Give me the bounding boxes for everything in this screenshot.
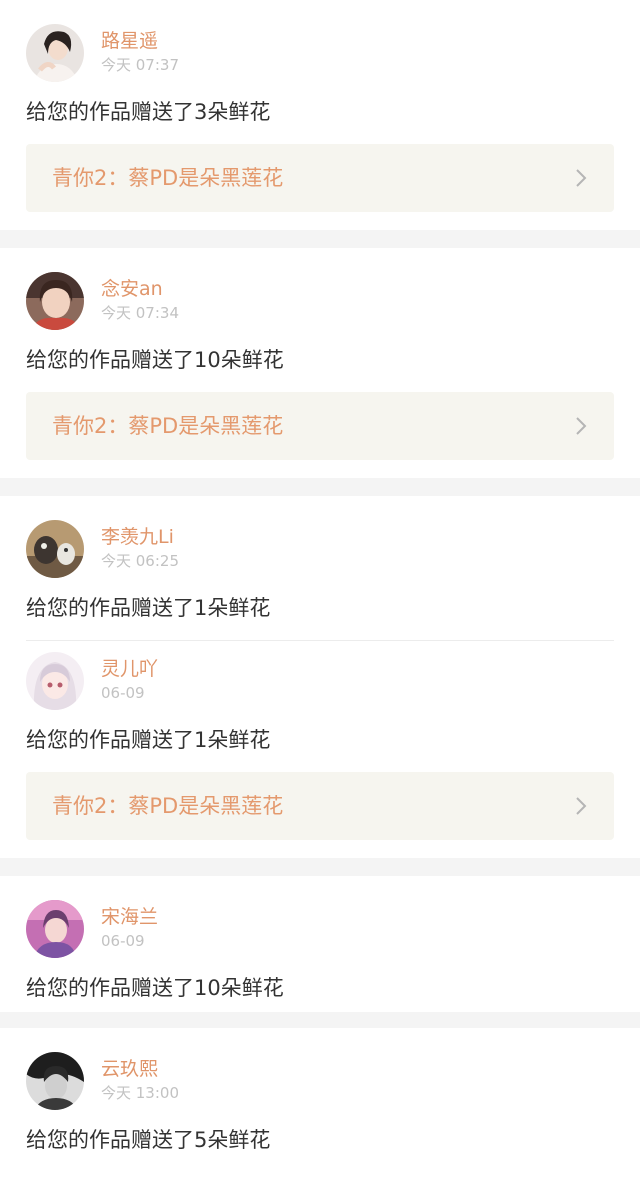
gift-card: 宋海兰 06-09 给您的作品赠送了10朵鲜花 <box>0 876 640 1012</box>
work-title: 青你2：蔡PD是朵黑莲花 <box>52 794 284 818</box>
chevron-right-icon <box>576 169 587 187</box>
user-avatar[interactable] <box>26 24 84 82</box>
gift-entry: 宋海兰 06-09 给您的作品赠送了10朵鲜花 <box>26 900 614 1003</box>
gift-message: 给您的作品赠送了1朵鲜花 <box>26 596 271 620</box>
entry-header: 灵儿吖 06-09 <box>26 652 614 710</box>
gift-message: 给您的作品赠送了5朵鲜花 <box>26 1128 271 1152</box>
user-name[interactable]: 宋海兰 <box>101 905 158 929</box>
work-link[interactable]: 青你2：蔡PD是朵黑莲花 <box>26 772 614 840</box>
user-avatar[interactable] <box>26 272 84 330</box>
gift-card: 云玖熙 今天 13:00 给您的作品赠送了5朵鲜花 <box>0 1028 640 1184</box>
user-avatar[interactable] <box>26 1052 84 1110</box>
user-name[interactable]: 灵儿吖 <box>101 657 158 681</box>
entry-header: 路星遥 今天 07:37 <box>26 24 614 82</box>
entry-header: 云玖熙 今天 13:00 <box>26 1052 614 1110</box>
gift-time: 今天 13:00 <box>101 1084 179 1102</box>
gift-time: 今天 07:37 <box>101 56 179 74</box>
entry-header: 李羡九Li 今天 06:25 <box>26 520 614 578</box>
user-avatar[interactable] <box>26 652 84 710</box>
gift-message: 给您的作品赠送了10朵鲜花 <box>26 976 284 1000</box>
user-name[interactable]: 路星遥 <box>101 29 158 53</box>
user-avatar[interactable] <box>26 520 84 578</box>
work-link[interactable]: 青你2：蔡PD是朵黑莲花 <box>26 144 614 212</box>
gift-time: 06-09 <box>101 684 145 702</box>
user-name[interactable]: 李羡九Li <box>101 525 174 549</box>
gift-time: 06-09 <box>101 932 145 950</box>
gift-card: 李羡九Li 今天 06:25 给您的作品赠送了1朵鲜花 灵儿吖 06-09 给您… <box>0 496 640 858</box>
work-link[interactable]: 青你2：蔡PD是朵黑莲花 <box>26 392 614 460</box>
user-name[interactable]: 念安an <box>101 277 163 301</box>
user-avatar[interactable] <box>26 900 84 958</box>
work-title: 青你2：蔡PD是朵黑莲花 <box>52 166 284 190</box>
card-separator <box>0 230 640 248</box>
gift-time: 今天 06:25 <box>101 552 179 570</box>
gift-message: 给您的作品赠送了10朵鲜花 <box>26 348 284 372</box>
user-name[interactable]: 云玖熙 <box>101 1057 158 1081</box>
entry-header: 念安an 今天 07:34 <box>26 272 614 330</box>
gift-entry: 李羡九Li 今天 06:25 给您的作品赠送了1朵鲜花 <box>26 520 614 623</box>
flower-gift-feed: 路星遥 今天 07:37 给您的作品赠送了3朵鲜花 青你2：蔡PD是朵黑莲花 念… <box>0 0 640 1184</box>
gift-entry: 灵儿吖 06-09 给您的作品赠送了1朵鲜花 <box>26 652 614 755</box>
gift-time: 今天 07:34 <box>101 304 179 322</box>
gift-entry: 路星遥 今天 07:37 给您的作品赠送了3朵鲜花 <box>26 24 614 127</box>
chevron-right-icon <box>576 797 587 815</box>
card-separator <box>0 1012 640 1028</box>
gift-message: 给您的作品赠送了1朵鲜花 <box>26 728 271 752</box>
gift-entry: 念安an 今天 07:34 给您的作品赠送了10朵鲜花 <box>26 272 614 375</box>
card-separator <box>0 858 640 876</box>
gift-message: 给您的作品赠送了3朵鲜花 <box>26 100 271 124</box>
gift-card: 路星遥 今天 07:37 给您的作品赠送了3朵鲜花 青你2：蔡PD是朵黑莲花 <box>0 0 640 230</box>
card-separator <box>0 478 640 496</box>
gift-entry: 云玖熙 今天 13:00 给您的作品赠送了5朵鲜花 <box>26 1052 614 1155</box>
work-title: 青你2：蔡PD是朵黑莲花 <box>52 414 284 438</box>
gift-card: 念安an 今天 07:34 给您的作品赠送了10朵鲜花 青你2：蔡PD是朵黑莲花 <box>0 248 640 478</box>
chevron-right-icon <box>576 417 587 435</box>
entry-header: 宋海兰 06-09 <box>26 900 614 958</box>
entry-divider <box>26 640 614 641</box>
